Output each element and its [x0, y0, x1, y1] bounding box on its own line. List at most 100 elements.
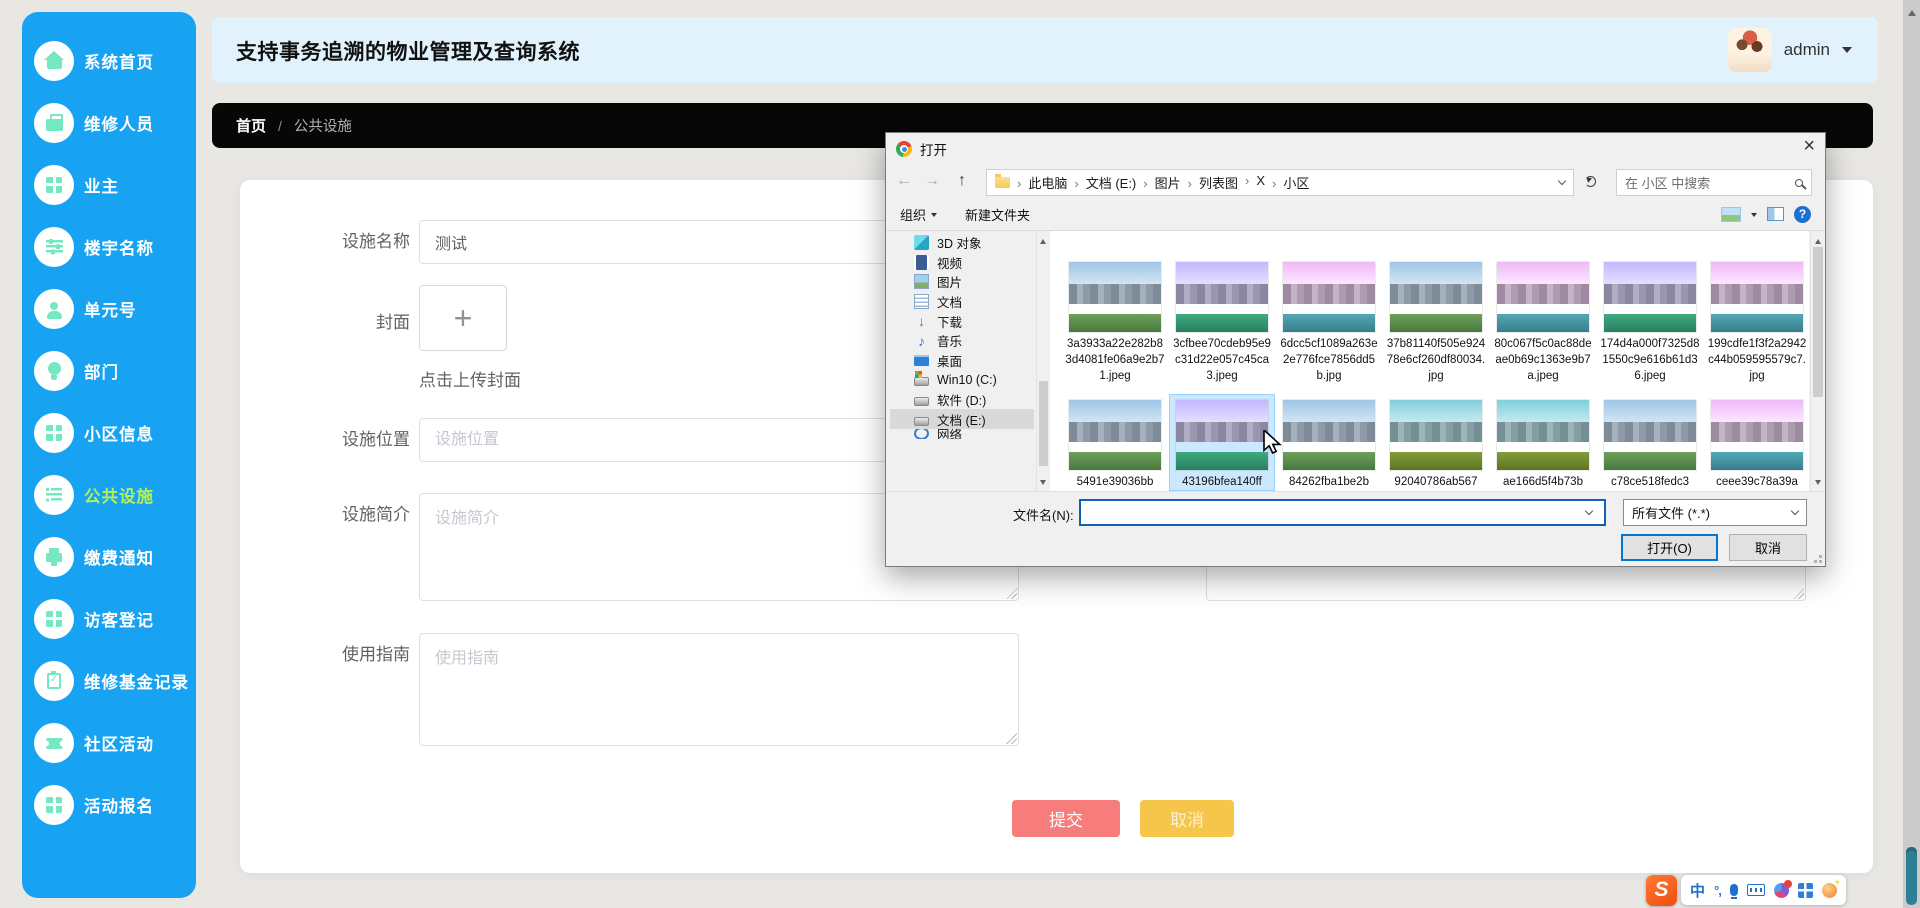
- printer-icon: [46, 553, 62, 562]
- file-item[interactable]: ae166d5f4b73b: [1491, 395, 1595, 490]
- page-scrollbar[interactable]: [1903, 0, 1920, 908]
- sidebar-item[interactable]: 访客登记: [22, 598, 196, 639]
- tree-item[interactable]: 文档 (E:): [890, 409, 1034, 429]
- cover-upload-box[interactable]: +: [419, 285, 507, 351]
- tree-item[interactable]: 桌面: [890, 351, 1034, 371]
- view-mode-icon[interactable]: [1721, 207, 1741, 222]
- sidebar-item-label: 缴费通知: [84, 545, 154, 569]
- filename-input[interactable]: [1079, 499, 1606, 526]
- scroll-up-icon[interactable]: [1815, 236, 1821, 244]
- navigation-tree: 3D 对象 视频 图片 文档 下载 音乐: [890, 233, 1034, 439]
- sidebar-item[interactable]: 社区活动: [22, 722, 196, 763]
- search-box[interactable]: 在 小区 中搜索: [1616, 169, 1812, 196]
- new-folder-button[interactable]: 新建文件夹: [965, 205, 1030, 224]
- dialog-resize-grip[interactable]: [1819, 560, 1822, 563]
- file-grid-scrollbar[interactable]: [1810, 231, 1825, 493]
- sidebar-item[interactable]: 缴费通知: [22, 536, 196, 577]
- emoji-icon[interactable]: [1822, 883, 1837, 898]
- tree-item[interactable]: 软件 (D:): [890, 390, 1034, 410]
- file-item[interactable]: 199cdfe1f3f2a2942c44b059595579c7.jpg: [1705, 257, 1809, 384]
- tree-item[interactable]: 图片: [890, 272, 1034, 292]
- scroll-down-icon[interactable]: [1040, 480, 1046, 488]
- sidebar-item[interactable]: 维修人员: [22, 102, 196, 143]
- sidebar-item-label: 楼宇名称: [84, 235, 154, 259]
- sidebar-item-label: 系统首页: [84, 49, 154, 73]
- microphone-icon[interactable]: [1730, 884, 1738, 896]
- tree-item[interactable]: Win10 (C:): [890, 370, 1034, 390]
- sidebar-item[interactable]: 部门: [22, 350, 196, 391]
- tree-item[interactable]: 3D 对象: [890, 233, 1034, 253]
- punctuation-icon[interactable]: °,: [1714, 883, 1721, 898]
- up-icon[interactable]: ↑: [958, 172, 966, 190]
- path-segment[interactable]: 图片: [1143, 173, 1180, 192]
- file-name: 92040786ab567: [1384, 474, 1488, 490]
- scroll-up-icon[interactable]: [1040, 236, 1046, 244]
- tree-item[interactable]: 视频: [890, 253, 1034, 273]
- chinese-mode-icon[interactable]: 中: [1690, 880, 1705, 901]
- scrollbar-thumb[interactable]: [1813, 247, 1823, 397]
- file-item[interactable]: 6dcc5cf1089a263e2e776fce7856dd5b.jpg: [1277, 257, 1381, 384]
- sidebar-item[interactable]: 维修基金记录: [22, 660, 196, 701]
- tree-scrollbar[interactable]: [1036, 231, 1049, 493]
- address-dropdown-icon[interactable]: [1558, 177, 1566, 185]
- plus-icon: +: [454, 300, 473, 337]
- close-icon[interactable]: ×: [1803, 136, 1815, 156]
- dialog-titlebar[interactable]: 打开 ×: [886, 133, 1825, 165]
- facility-name-label: 设施名称: [240, 220, 410, 264]
- sogou-logo-icon[interactable]: S: [1646, 875, 1677, 906]
- tree-item[interactable]: 下载: [890, 311, 1034, 331]
- sidebar-item[interactable]: 公共设施: [22, 474, 196, 515]
- forward-icon[interactable]: →: [924, 172, 940, 190]
- file-item[interactable]: ceee39c78a39a: [1705, 395, 1809, 490]
- tree-item[interactable]: 网络: [890, 429, 1034, 439]
- refresh-icon[interactable]: [1585, 176, 1596, 187]
- tree-item[interactable]: 文档: [890, 292, 1034, 312]
- sidebar-item[interactable]: 小区信息: [22, 412, 196, 453]
- organize-button[interactable]: 组织: [900, 205, 937, 224]
- user-menu[interactable]: admin: [1728, 28, 1852, 72]
- back-icon[interactable]: ←: [896, 172, 912, 190]
- path-segment[interactable]: X: [1245, 173, 1265, 192]
- keyboard-icon[interactable]: [1747, 884, 1765, 896]
- submit-button[interactable]: 提交: [1012, 800, 1120, 837]
- file-name: ae166d5f4b73b: [1491, 474, 1595, 490]
- help-icon[interactable]: ?: [1794, 206, 1811, 223]
- file-item[interactable]: 80c067f5c0ac88deae0b69c1363e9b7a.jpeg: [1491, 257, 1595, 384]
- sidebar-item[interactable]: 活动报名: [22, 784, 196, 825]
- breadcrumb-home[interactable]: 首页: [236, 115, 266, 136]
- preview-pane-icon[interactable]: [1767, 207, 1784, 221]
- sidebar-item[interactable]: 单元号: [22, 288, 196, 329]
- file-item[interactable]: 92040786ab567: [1384, 395, 1488, 490]
- tree-item[interactable]: 音乐: [890, 331, 1034, 351]
- sidebar-item-label: 业主: [84, 173, 119, 197]
- path-segment[interactable]: 列表图: [1188, 173, 1238, 192]
- sidebar-item[interactable]: 业主: [22, 164, 196, 205]
- file-item[interactable]: 3cfbee70cdeb95e9c31d22e057c45ca3.jpeg: [1170, 257, 1274, 384]
- sidebar-item[interactable]: 系统首页: [22, 40, 196, 81]
- open-button[interactable]: 打开(O): [1621, 534, 1718, 561]
- dialog-cancel-button[interactable]: 取消: [1729, 534, 1807, 561]
- scroll-up-icon[interactable]: [1908, 6, 1916, 16]
- scroll-down-icon[interactable]: [1815, 480, 1821, 488]
- scrollbar-thumb[interactable]: [1039, 381, 1048, 466]
- file-item[interactable]: 43196bfea140ff: [1170, 395, 1274, 490]
- file-item[interactable]: 84262fba1be2b: [1277, 395, 1381, 490]
- path-segment[interactable]: 小区: [1272, 173, 1309, 192]
- path-segment[interactable]: 文档 (E:): [1074, 173, 1136, 192]
- address-bar[interactable]: 此电脑文档 (E:) 图片列表图 X 小区: [986, 169, 1574, 196]
- file-item[interactable]: c78ce518fedc3: [1598, 395, 1702, 490]
- chevron-down-icon[interactable]: [1751, 213, 1757, 220]
- sidebar-item[interactable]: 楼宇名称: [22, 226, 196, 267]
- file-item[interactable]: 37b81140f505e92478e6cf260df80034.jpg: [1384, 257, 1488, 384]
- file-item[interactable]: 5491e39036bb: [1063, 395, 1167, 490]
- skin-icon[interactable]: [1774, 883, 1789, 898]
- scrollbar-thumb[interactable]: [1906, 847, 1917, 905]
- path-segment[interactable]: 此电脑: [1017, 173, 1067, 192]
- avatar[interactable]: [1728, 28, 1772, 72]
- file-item[interactable]: 3a3933a22e282b83d4081fe06a9e2b71.jpeg: [1063, 257, 1167, 384]
- toolbox-icon[interactable]: [1798, 883, 1813, 898]
- cancel-button[interactable]: 取消: [1140, 800, 1234, 837]
- usage-guide-textarea[interactable]: [419, 633, 1019, 746]
- file-item[interactable]: 174d4a000f7325d81550c9e616b61d36.jpeg: [1598, 257, 1702, 384]
- filetype-select[interactable]: 所有文件 (*.*): [1623, 499, 1807, 526]
